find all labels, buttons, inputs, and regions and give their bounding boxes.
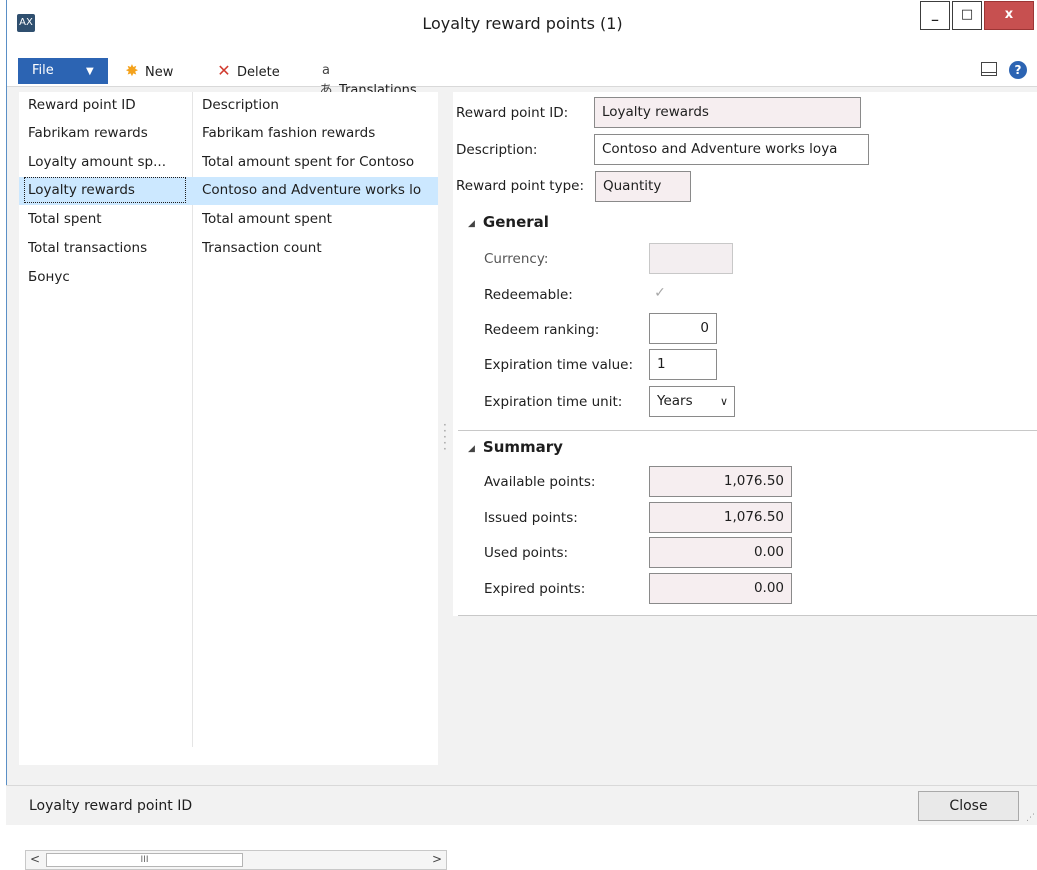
title-bar: AX Loyalty reward points (1) _ □ x: [7, 0, 1037, 55]
row-id: Бонус: [28, 269, 70, 285]
table-row[interactable]: Бонус: [19, 264, 438, 292]
close-button[interactable]: Close: [918, 791, 1019, 821]
delete-button[interactable]: ✕ Delete: [214, 61, 280, 81]
reward-point-id-label: Reward point ID:: [456, 105, 569, 121]
row-id: Total transactions: [28, 240, 148, 256]
reward-point-grid: Reward point ID Description Fabrikam rew…: [19, 92, 447, 870]
general-heading: General: [482, 213, 549, 231]
redeem-ranking-label: Redeem ranking:: [484, 322, 600, 338]
file-label: File: [32, 63, 54, 78]
column-header-reward-point-id[interactable]: Reward point ID: [28, 97, 188, 113]
summary-section-header[interactable]: ◢ Summary: [468, 438, 563, 456]
row-description: Total amount spent for Contoso: [202, 154, 415, 170]
new-label: New: [145, 65, 174, 80]
row-description: Transaction count: [202, 240, 322, 256]
splitter-grip-icon: · · · · ·: [443, 418, 447, 456]
expiration-time-unit-select[interactable]: Years ∨: [649, 386, 735, 417]
redeemable-label: Redeemable:: [484, 287, 573, 303]
grid-header: Reward point ID Description: [19, 92, 438, 120]
reward-point-id-field[interactable]: Loyalty rewards: [594, 97, 861, 128]
expired-points-field[interactable]: 0.00: [649, 573, 792, 604]
panel-toggle-icon[interactable]: [981, 62, 997, 76]
row-description: Fabrikam fashion rewards: [202, 125, 376, 141]
pane-splitter[interactable]: · · · · ·: [438, 92, 451, 765]
help-icon[interactable]: ?: [1009, 61, 1027, 79]
resize-grip-icon[interactable]: ⋰: [1026, 813, 1035, 823]
section-divider: [458, 430, 1037, 431]
collapse-triangle-icon: ◢: [468, 444, 475, 454]
expiration-time-value-label: Expiration time value:: [484, 357, 634, 373]
maximize-button[interactable]: □: [952, 1, 982, 30]
file-menu-button[interactable]: File ▼: [18, 58, 108, 84]
table-row[interactable]: Total spent Total amount spent: [19, 206, 438, 234]
chevron-down-icon: ▼: [86, 66, 94, 77]
row-id: Total spent: [28, 211, 102, 227]
details-bottom-divider: [458, 615, 1037, 616]
table-row[interactable]: Loyalty amount sp... Total amount spent …: [19, 149, 438, 177]
redeemable-checkbox[interactable]: ✓: [652, 285, 668, 301]
currency-field[interactable]: [649, 243, 733, 274]
window-title: Loyalty reward points (1): [422, 14, 623, 33]
collapse-triangle-icon: ◢: [468, 219, 475, 229]
window: AX Loyalty reward points (1) _ □ x File …: [6, 0, 1037, 870]
redeem-ranking-field[interactable]: 0: [649, 313, 717, 344]
table-row[interactable]: Total transactions Transaction count: [19, 235, 438, 263]
issued-points-field[interactable]: 1,076.50: [649, 502, 792, 533]
scrollbar-thumb[interactable]: III: [46, 853, 243, 867]
scroll-right-icon[interactable]: >: [432, 852, 442, 866]
delete-label: Delete: [237, 65, 280, 80]
expiration-unit-value: Years: [657, 393, 693, 409]
action-pane: File ▼ ✸ New ✕ Delete aあ Translations ?: [7, 55, 1037, 98]
status-bar: Loyalty reward point ID Close ⋰: [6, 785, 1037, 825]
expiration-time-unit-label: Expiration time unit:: [484, 394, 623, 410]
available-points-field[interactable]: 1,076.50: [649, 466, 792, 497]
table-row[interactable]: Fabrikam rewards Fabrikam fashion reward…: [19, 120, 438, 148]
expired-points-label: Expired points:: [484, 581, 586, 597]
close-window-button[interactable]: x: [984, 1, 1034, 30]
description-field[interactable]: Contoso and Adventure works loya: [594, 134, 869, 165]
scroll-left-icon[interactable]: <: [30, 852, 40, 866]
minimize-button[interactable]: _: [920, 1, 950, 30]
row-id: Fabrikam rewards: [28, 125, 148, 141]
delete-x-icon: ✕: [217, 61, 231, 80]
reward-point-type-field[interactable]: Quantity: [595, 171, 691, 202]
available-points-label: Available points:: [484, 474, 596, 490]
description-label: Description:: [456, 142, 538, 158]
status-text: Loyalty reward point ID: [29, 798, 193, 814]
used-points-field[interactable]: 0.00: [649, 537, 792, 568]
chevron-down-icon: ∨: [719, 395, 728, 408]
column-header-description[interactable]: Description: [202, 97, 436, 113]
new-star-icon: ✸: [125, 61, 139, 80]
translations-button[interactable]: aあ Translations: [316, 61, 416, 98]
row-description: Contoso and Adventure works lo: [202, 182, 422, 198]
row-id: Loyalty amount sp...: [28, 154, 166, 170]
horizontal-scrollbar[interactable]: < III >: [25, 850, 447, 870]
summary-heading: Summary: [482, 438, 563, 456]
reward-point-type-label: Reward point type:: [456, 178, 584, 194]
new-button[interactable]: ✸ New: [122, 61, 173, 81]
used-points-label: Used points:: [484, 545, 569, 561]
row-id: Loyalty rewards: [24, 177, 186, 203]
general-section-header[interactable]: ◢ General: [468, 213, 549, 231]
expiration-time-value-field[interactable]: 1: [649, 349, 717, 380]
row-description: Total amount spent: [202, 211, 332, 227]
currency-label: Currency:: [484, 251, 549, 267]
table-row-selected[interactable]: Loyalty rewards Contoso and Adventure wo…: [19, 177, 438, 205]
issued-points-label: Issued points:: [484, 510, 578, 526]
